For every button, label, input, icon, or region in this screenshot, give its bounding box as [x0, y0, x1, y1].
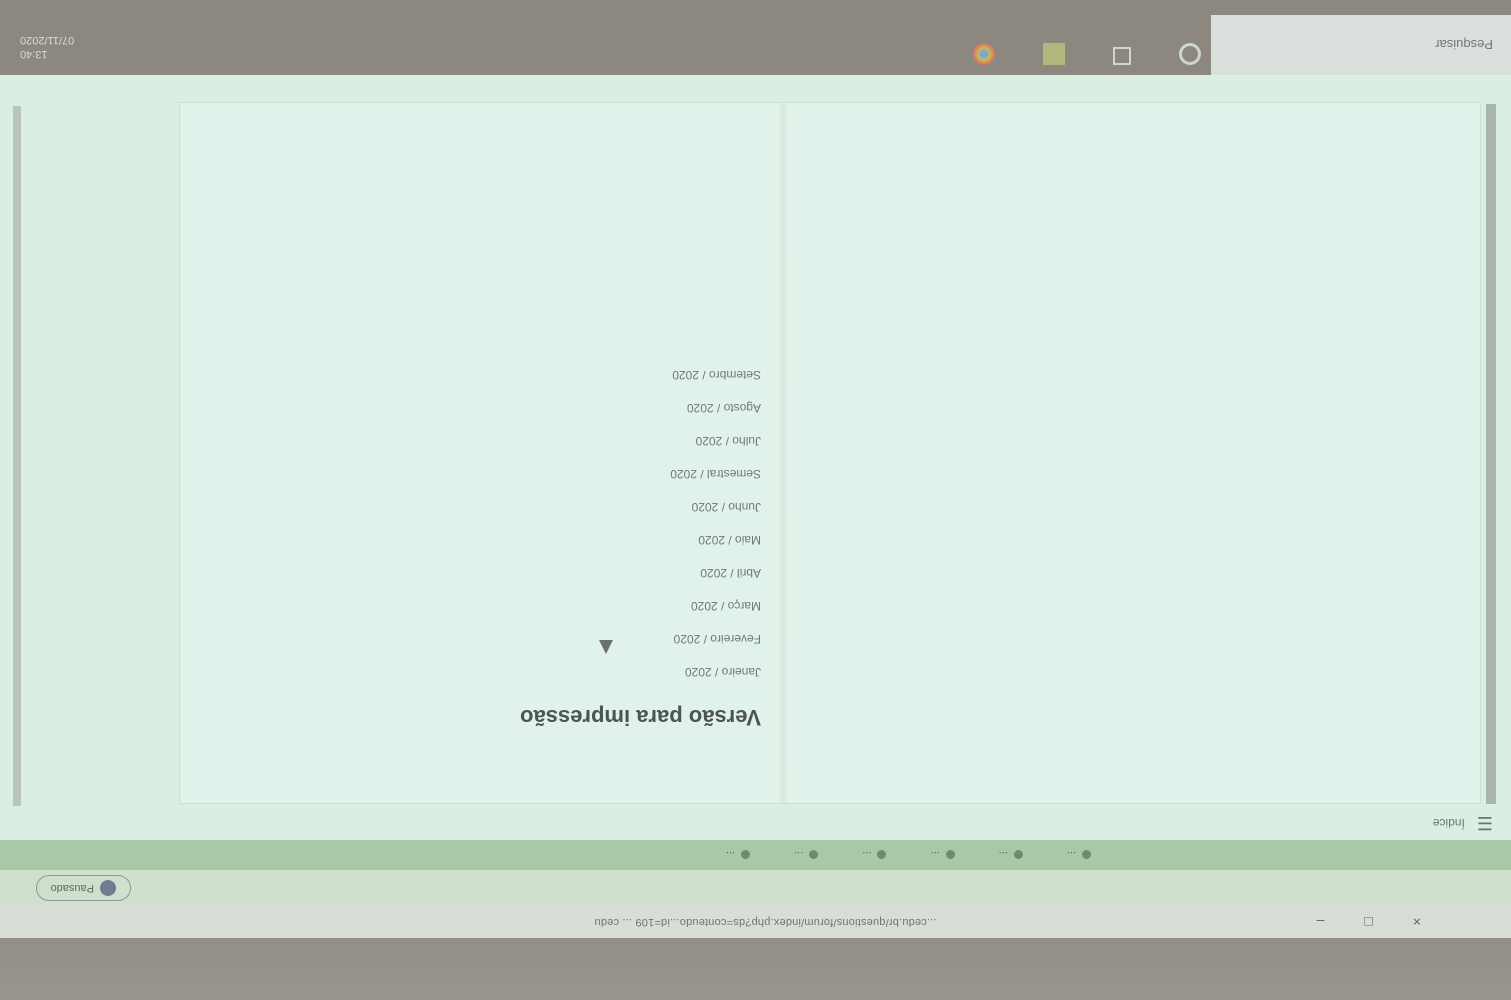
taskbar: Pesquisar 13:40 07/11/2020: [0, 0, 1511, 75]
browser-toolbar: Pausado: [0, 870, 1511, 906]
system-tray-clock[interactable]: 13:40 07/11/2020: [20, 33, 74, 61]
bookmarks-bar: ... ... ... ... ... ...: [0, 840, 1511, 870]
taskbar-icons: [973, 43, 1201, 65]
bookmark-favicon-icon: [809, 850, 819, 860]
bookmark-favicon-icon: [741, 850, 751, 860]
scrollbar[interactable]: [1486, 104, 1496, 804]
bookmark-item[interactable]: ...: [930, 849, 955, 861]
profile-button[interactable]: Pausado: [35, 875, 131, 901]
month-link[interactable]: Setembro / 2020: [520, 358, 761, 391]
month-link[interactable]: Junho / 2020: [520, 490, 761, 523]
photographed-screen: × □ – ...cedu.br/questions/forum/index.p…: [0, 0, 1511, 1000]
print-version-section: Versão para impressão Janeiro / 2020 Fev…: [520, 358, 761, 730]
bookmark-favicon-icon: [877, 850, 887, 860]
month-link[interactable]: Janeiro / 2020: [520, 655, 761, 688]
bookmark-item[interactable]: ...: [862, 849, 887, 861]
bookmark-favicon-icon: [1082, 850, 1091, 860]
bookmark-label: ...: [794, 849, 804, 861]
bookmark-label: ...: [998, 849, 1008, 861]
index-label[interactable]: Índice: [1433, 816, 1465, 830]
month-list: Janeiro / 2020 Fevereiro / 2020 Março / …: [520, 358, 761, 688]
taskbar-search-input[interactable]: Pesquisar: [1211, 15, 1511, 75]
page-toolbar: ☰ Índice: [0, 806, 1511, 840]
profile-label: Pausado: [50, 882, 94, 894]
web-page: ☰ Índice Versão para impressão Janeiro /…: [0, 40, 1511, 840]
maximize-window-button[interactable]: □: [1364, 914, 1372, 930]
month-link[interactable]: Maio / 2020: [520, 523, 761, 556]
hamburger-menu-icon[interactable]: ☰: [1477, 813, 1493, 834]
close-window-button[interactable]: ×: [1413, 914, 1421, 930]
window-controls: × □ –: [1317, 914, 1421, 930]
task-view-icon[interactable]: [1113, 47, 1131, 65]
bookmark-label: ...: [1066, 849, 1076, 861]
month-link[interactable]: Fevereiro / 2020: [520, 622, 761, 655]
page-title: Versão para impressão: [520, 705, 761, 730]
content-panel: [179, 102, 1481, 804]
profile-avatar-icon: [100, 880, 116, 896]
address-bar-url[interactable]: ...cedu.br/questions/forum/index.php?ds=…: [377, 916, 936, 928]
browser-title-bar: × □ – ...cedu.br/questions/forum/index.p…: [0, 906, 1511, 938]
bookmark-item[interactable]: ...: [725, 849, 751, 861]
month-link[interactable]: Agosto / 2020: [520, 391, 761, 424]
bookmark-label: ...: [930, 849, 940, 861]
mouse-cursor-icon: [599, 640, 613, 654]
panel-divider: [776, 103, 790, 803]
minimize-window-button[interactable]: –: [1317, 914, 1325, 930]
bookmark-item[interactable]: ...: [1067, 849, 1091, 861]
month-link[interactable]: Semestral / 2020: [520, 457, 761, 490]
bookmark-favicon-icon: [1013, 850, 1023, 860]
month-link[interactable]: Março / 2020: [520, 589, 761, 622]
month-link[interactable]: Abril / 2020: [520, 556, 761, 589]
month-link[interactable]: Julho / 2020: [520, 424, 761, 457]
chrome-icon[interactable]: [973, 43, 995, 65]
bookmark-label: ...: [862, 849, 872, 861]
file-explorer-icon[interactable]: [1043, 43, 1065, 65]
bookmark-favicon-icon: [945, 850, 955, 860]
tray-date: 07/11/2020: [20, 34, 75, 46]
bookmark-label: ...: [725, 849, 736, 861]
bookmark-item[interactable]: ...: [794, 849, 819, 861]
tray-time: 13:40: [20, 48, 48, 60]
page-scrollbar[interactable]: [13, 106, 21, 806]
cortana-icon[interactable]: [1179, 43, 1201, 65]
bookmark-item[interactable]: ...: [999, 849, 1023, 861]
